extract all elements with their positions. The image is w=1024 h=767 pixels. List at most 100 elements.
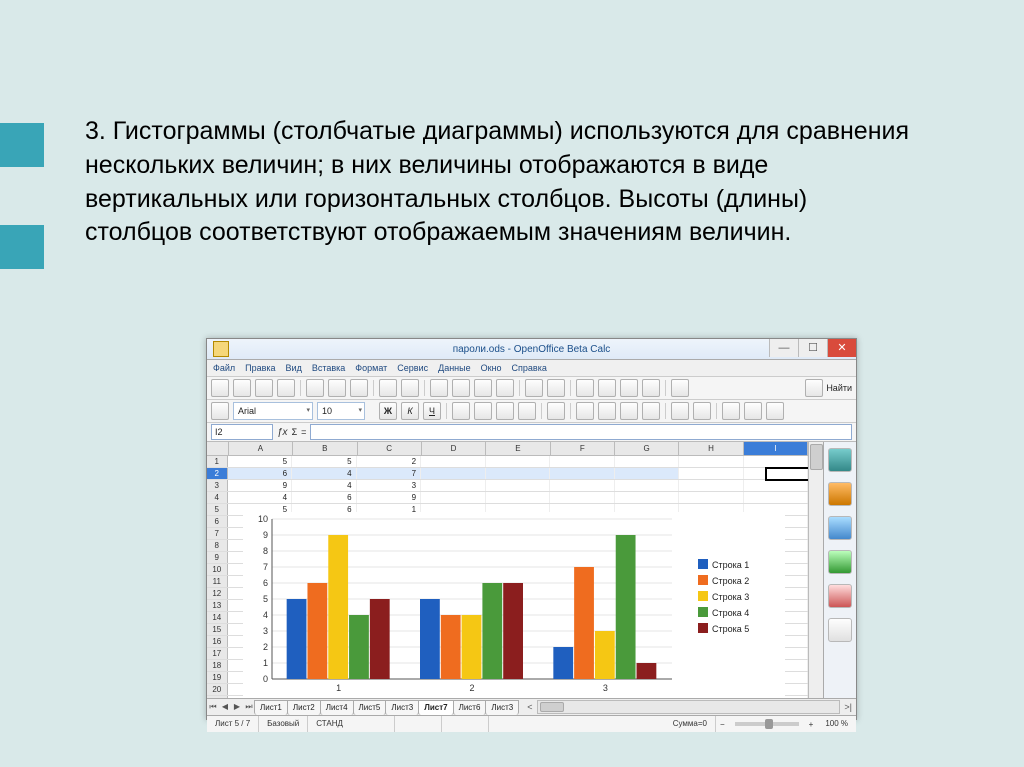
table-row[interactable]: 3 9 4 3 (207, 480, 808, 492)
col-header[interactable]: D (422, 442, 486, 455)
equals-icon[interactable]: = (301, 427, 306, 437)
sheet-tab[interactable]: Лист4 (320, 700, 354, 715)
spellcheck-icon[interactable] (379, 379, 397, 397)
bgcolor-icon[interactable] (744, 402, 762, 420)
fontcolor-icon[interactable] (766, 402, 784, 420)
borders-icon[interactable] (722, 402, 740, 420)
menu-window[interactable]: Окно (481, 363, 502, 373)
row-header[interactable]: 1 (207, 456, 228, 467)
scrollbar-thumb[interactable] (810, 444, 823, 470)
undo-icon[interactable] (525, 379, 543, 397)
row-header[interactable]: 13 (207, 600, 228, 611)
copy-icon[interactable] (452, 379, 470, 397)
row-header[interactable]: 9 (207, 552, 228, 563)
sheet-tab[interactable]: Лист2 (287, 700, 321, 715)
menu-insert[interactable]: Вставка (312, 363, 345, 373)
italic-icon[interactable]: К (401, 402, 419, 420)
sheet-tab[interactable]: Лист7 (418, 700, 453, 715)
sort-asc-icon[interactable] (598, 379, 616, 397)
cell[interactable] (679, 468, 744, 479)
chart-icon[interactable] (642, 379, 660, 397)
find-icon[interactable] (805, 379, 823, 397)
row-header[interactable]: 12 (207, 588, 228, 599)
currency-icon[interactable] (576, 402, 594, 420)
paste-icon[interactable] (474, 379, 492, 397)
chart-object[interactable]: 012345678910123Строка 1Строка 2Строка 3С… (243, 512, 785, 698)
cell[interactable] (486, 492, 551, 503)
bold-icon[interactable]: Ж (379, 402, 397, 420)
sort-desc-icon[interactable] (620, 379, 638, 397)
row-header[interactable]: 2 (207, 468, 228, 479)
cell[interactable] (615, 492, 680, 503)
fx-icon[interactable]: ƒx (277, 427, 288, 438)
cell[interactable] (679, 480, 744, 491)
align-justify-icon[interactable] (518, 402, 536, 420)
cell[interactable] (421, 468, 486, 479)
styles-icon[interactable] (211, 402, 229, 420)
menu-edit[interactable]: Правка (245, 363, 275, 373)
tab-next-icon[interactable]: ▶ (231, 700, 243, 714)
minimize-button[interactable]: — (769, 339, 798, 357)
table-row[interactable]: 1 5 5 2 (207, 456, 808, 468)
mail-icon[interactable] (277, 379, 295, 397)
merge-cells-icon[interactable] (547, 402, 565, 420)
maximize-button[interactable]: ☐ (798, 339, 827, 357)
cell[interactable] (679, 492, 744, 503)
cell[interactable] (615, 480, 680, 491)
navigator-panel-icon[interactable] (828, 550, 852, 574)
cell[interactable] (744, 492, 808, 503)
row-header[interactable]: 18 (207, 660, 228, 671)
cell[interactable]: 9 (228, 480, 293, 491)
row-header[interactable]: 10 (207, 564, 228, 575)
cell[interactable]: 4 (292, 468, 357, 479)
menu-help[interactable]: Справка (512, 363, 547, 373)
cell[interactable] (550, 492, 615, 503)
row-header[interactable]: 14 (207, 612, 228, 623)
sheet-tab[interactable]: Лист6 (453, 700, 487, 715)
cut-icon[interactable] (430, 379, 448, 397)
row-header[interactable]: 11 (207, 576, 228, 587)
pdf-icon[interactable] (306, 379, 324, 397)
zoom-out-icon[interactable]: − (716, 720, 729, 729)
cell[interactable]: 7 (357, 468, 422, 479)
table-row[interactable]: 2 6 4 7 (207, 468, 808, 480)
print-icon[interactable] (328, 379, 346, 397)
row-header[interactable]: 4 (207, 492, 228, 503)
row-header[interactable]: 15 (207, 624, 228, 635)
col-header[interactable]: B (293, 442, 357, 455)
cell[interactable] (486, 468, 551, 479)
cell-reference-box[interactable]: I2 (211, 424, 273, 440)
menu-view[interactable]: Вид (286, 363, 302, 373)
select-all-corner[interactable] (207, 442, 229, 455)
row-header[interactable]: 20 (207, 684, 228, 695)
cell[interactable]: 9 (357, 492, 422, 503)
col-header[interactable]: I (744, 442, 808, 455)
redo-icon[interactable] (547, 379, 565, 397)
panel-icon[interactable] (828, 618, 852, 642)
cell[interactable]: 5 (228, 456, 293, 467)
align-center-icon[interactable] (474, 402, 492, 420)
preview-icon[interactable] (350, 379, 368, 397)
col-header[interactable]: A (229, 442, 293, 455)
tab-first-icon[interactable]: ⏮ (207, 700, 219, 714)
row-header[interactable]: 3 (207, 480, 228, 491)
underline-icon[interactable]: Ч (423, 402, 441, 420)
cell[interactable] (615, 468, 680, 479)
tab-prev-icon[interactable]: ◀ (219, 700, 231, 714)
cell[interactable] (550, 480, 615, 491)
col-header[interactable]: E (486, 442, 550, 455)
cell[interactable]: 6 (228, 468, 293, 479)
horizontal-scrollbar[interactable] (537, 700, 841, 714)
col-header[interactable]: H (679, 442, 743, 455)
remove-decimal-icon[interactable] (642, 402, 660, 420)
navigator-icon[interactable] (671, 379, 689, 397)
cell[interactable]: 5 (292, 456, 357, 467)
col-header[interactable]: C (358, 442, 422, 455)
cell[interactable] (550, 456, 615, 467)
cell[interactable]: 4 (292, 480, 357, 491)
functions-icon[interactable] (828, 584, 852, 608)
cell[interactable] (744, 456, 808, 467)
styles-panel-icon[interactable] (828, 482, 852, 506)
row-header[interactable]: 7 (207, 528, 228, 539)
sheet-tab[interactable]: Лист3 (485, 700, 519, 715)
